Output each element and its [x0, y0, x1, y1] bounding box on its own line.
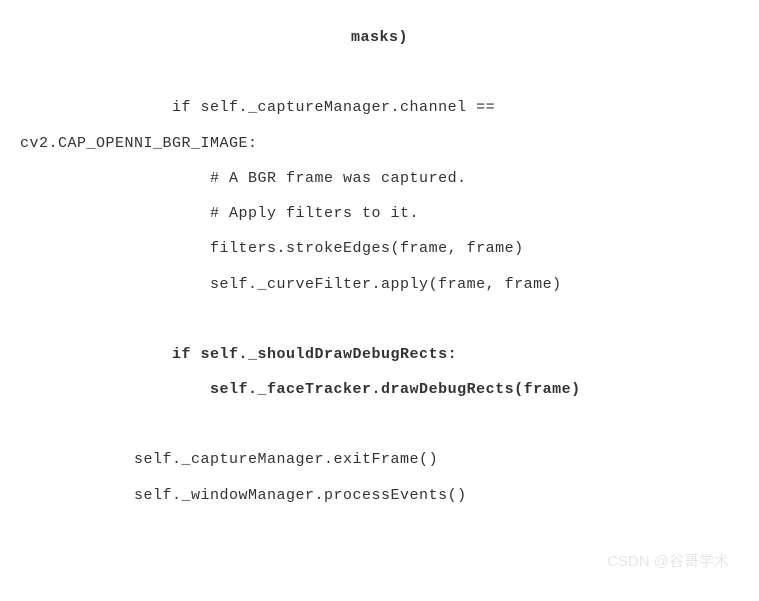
code-line: if self._captureManager.channel == — [20, 90, 739, 125]
code-header-line: masks) — [20, 20, 739, 55]
code-line: self._curveFilter.apply(frame, frame) — [20, 267, 739, 302]
header-text: masks) — [351, 29, 408, 46]
code-line: self._windowManager.processEvents() — [20, 478, 739, 513]
code-line-bold: self._faceTracker.drawDebugRects(frame) — [20, 372, 739, 407]
code-line: filters.strokeEdges(frame, frame) — [20, 231, 739, 266]
code-line: cv2.CAP_OPENNI_BGR_IMAGE: — [20, 126, 739, 161]
code-line-bold: if self._shouldDrawDebugRects: — [20, 337, 739, 372]
blank-line-spacer — [20, 407, 739, 442]
code-snippet-block: masks) if self._captureManager.channel =… — [0, 0, 759, 533]
code-line: self._captureManager.exitFrame() — [20, 442, 739, 477]
code-line-comment: # Apply filters to it. — [20, 196, 739, 231]
code-line-comment: # A BGR frame was captured. — [20, 161, 739, 196]
watermark-text: CSDN @谷哥学术 — [607, 550, 729, 571]
blank-line-spacer — [20, 302, 739, 337]
